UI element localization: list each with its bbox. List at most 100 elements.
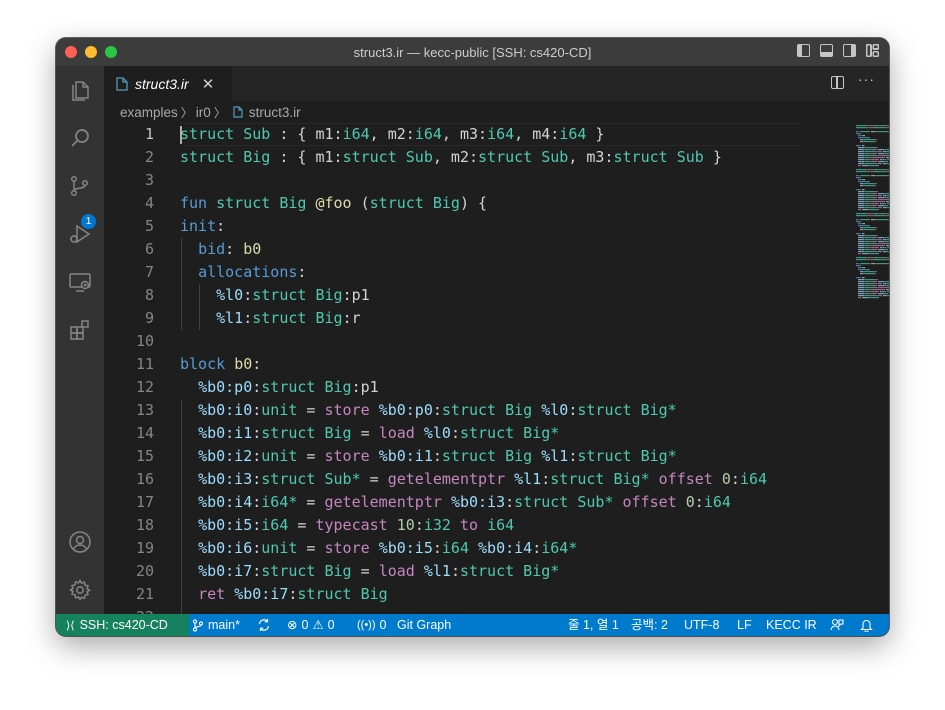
branch-item[interactable]: main* — [192, 614, 240, 636]
tab-struct3-ir[interactable]: struct3.ir ✕ — [104, 66, 232, 101]
remote-explorer-icon[interactable] — [68, 270, 92, 294]
line-number: 1 — [144, 125, 154, 143]
minimap-token — [864, 201, 865, 203]
minimap-token — [864, 155, 865, 157]
extensions-icon[interactable] — [68, 318, 92, 342]
code-line[interactable]: %b0:i7:struct Big = load %l1:struct Big* — [180, 560, 767, 583]
line-number: 9 — [144, 309, 154, 327]
code-line[interactable]: %b0:i6:unit = store %b0:i5:i64 %b0:i4:i6… — [180, 537, 767, 560]
toggle-panel-icon[interactable] — [820, 44, 833, 57]
code-line[interactable]: allocations: — [180, 261, 767, 284]
code-token: fun — [180, 194, 208, 212]
cursor-position[interactable]: 줄 1, 열 1 — [568, 614, 619, 636]
minimap-token — [869, 197, 872, 199]
toggle-secondary-sidebar-icon[interactable] — [843, 44, 856, 57]
minimap-token — [862, 145, 864, 147]
minimap-token — [860, 219, 870, 221]
ports-item[interactable]: ((•)) 0 — [357, 614, 386, 636]
remote-indicator[interactable]: ⟩⟨ SSH: cs420-CD — [56, 614, 189, 636]
maximize-window-button[interactable] — [105, 46, 117, 58]
minimap-token — [856, 265, 860, 267]
settings-gear-icon[interactable] — [68, 578, 92, 602]
code-token: } — [586, 125, 605, 143]
minimap-token — [856, 219, 859, 221]
git-graph-button[interactable]: Git Graph — [397, 614, 451, 636]
code-line[interactable]: %b0:i2:unit = store %b0:i1:struct Big %l… — [180, 445, 767, 468]
encoding[interactable]: UTF-8 — [684, 614, 719, 636]
feedback-icon[interactable] — [830, 614, 844, 636]
minimap-token — [883, 159, 886, 161]
code-line[interactable] — [180, 169, 767, 192]
source-control-icon[interactable] — [68, 174, 92, 198]
code-editor[interactable]: 12345678910111213141516171819202122 stru… — [104, 123, 889, 614]
breadcrumb-struct3-ir[interactable]: struct3.ir — [249, 105, 301, 120]
minimap-token — [884, 205, 885, 207]
minimap-token — [865, 193, 869, 195]
minimap-token — [858, 191, 864, 193]
indentation[interactable]: 공백: 2 — [631, 614, 668, 636]
customize-layout-icon[interactable] — [866, 44, 879, 57]
line-number: 6 — [144, 240, 154, 258]
minimize-window-button[interactable] — [85, 46, 97, 58]
code-line[interactable]: %l0:struct Big:p1 — [180, 284, 767, 307]
search-icon[interactable] — [68, 126, 92, 150]
editor-window: struct3.ir — kecc-public [SSH: cs420-CD] — [56, 38, 889, 636]
editor-actions: ··· — [831, 71, 875, 89]
code-lines[interactable]: struct Sub : { m1:i64, m2:i64, m3:i64, m… — [180, 123, 767, 614]
minimap[interactable] — [852, 123, 889, 323]
close-window-button[interactable] — [65, 46, 77, 58]
explorer-icon[interactable] — [68, 78, 92, 102]
minimap-token — [869, 165, 879, 167]
code-line[interactable]: %b0:i5:i64 = typecast 10:i32 to i64 — [180, 514, 767, 537]
minimap-token — [865, 243, 876, 245]
accounts-icon[interactable] — [68, 530, 92, 554]
minimap-token — [878, 195, 882, 197]
minimap-token — [885, 153, 889, 155]
code-line[interactable]: %b0:i4:i64* = getelementptr %b0:i3:struc… — [180, 491, 767, 514]
run-debug-icon[interactable] — [68, 222, 92, 246]
code-line[interactable]: fun struct Big @foo (struct Big) { — [180, 192, 767, 215]
code-line[interactable]: %l1:struct Big:r — [180, 307, 767, 330]
breadcrumb-examples[interactable]: examples — [120, 105, 178, 120]
code-line[interactable]: struct Big : { m1:struct Sub, m2:struct … — [180, 146, 767, 169]
code-line[interactable]: block b0: — [180, 353, 767, 376]
minimap-token — [878, 207, 882, 209]
minimap-token — [858, 197, 864, 199]
problems-item[interactable]: ⊗ 0 ⚠ 0 — [287, 614, 335, 636]
minimap-token — [887, 175, 889, 177]
code-line[interactable] — [180, 330, 767, 353]
minimap-token — [868, 165, 869, 167]
code-token: load — [378, 424, 415, 442]
line-number: 8 — [144, 286, 154, 304]
code-line[interactable]: %b0:i1:struct Big = load %l0:struct Big* — [180, 422, 767, 445]
minimap-token — [864, 233, 865, 235]
code-line[interactable]: ret %b0:i7:struct Big — [180, 583, 767, 606]
code-line[interactable]: %b0:i3:struct Sub* = getelementptr %l1:s… — [180, 468, 767, 491]
minimap-token — [882, 247, 883, 249]
code-line[interactable]: bid: b0 — [180, 238, 767, 261]
end-of-line[interactable]: LF — [737, 614, 752, 636]
minimap-token — [858, 293, 864, 295]
code-line[interactable]: %b0:p0:struct Big:p1 — [180, 376, 767, 399]
code-token: : — [252, 355, 262, 373]
minimap-token — [872, 245, 885, 247]
minimap-token — [885, 237, 889, 239]
sync-icon[interactable] — [257, 614, 271, 636]
code-line[interactable]: init: — [180, 215, 767, 238]
split-editor-icon[interactable] — [831, 76, 844, 89]
code-token: struct Sub — [613, 148, 704, 166]
tab-close-icon[interactable]: ✕ — [202, 75, 215, 93]
code-line[interactable]: %b0:i0:unit = store %b0:p0:struct Big %l… — [180, 399, 767, 422]
code-line[interactable]: struct Sub : { m1:i64, m2:i64, m3:i64, m… — [180, 123, 767, 146]
toggle-primary-sidebar-icon[interactable] — [797, 44, 810, 57]
language-mode[interactable]: KECC IR — [766, 614, 817, 636]
code-token: struct Big — [252, 309, 343, 327]
notifications-bell-icon[interactable] — [860, 614, 873, 636]
breadcrumb-ir0[interactable]: ir0 — [196, 105, 211, 120]
minimap-token — [864, 151, 865, 153]
code-token: %b0:i0 — [198, 401, 253, 419]
minimap-token — [865, 281, 869, 283]
code-line[interactable] — [180, 606, 767, 614]
more-actions-icon[interactable]: ··· — [858, 71, 875, 89]
